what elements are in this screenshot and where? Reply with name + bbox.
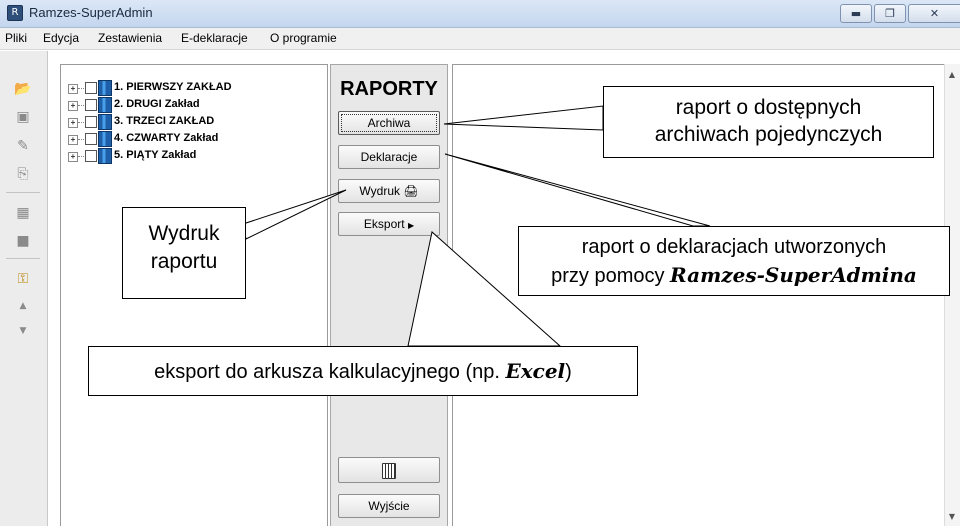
callout-deklaracje-line2-prefix: przy pomocy — [551, 265, 671, 287]
callout-archiwa: raport o dostępnych archiwach pojedynczy… — [603, 86, 934, 158]
callout-deklaracje-line2: przy pomocy Ramzes-SuperAdmina — [519, 261, 949, 290]
callout-eksport: eksport do arkusza kalkulacyjnego (np. E… — [88, 346, 638, 396]
callout-wydruk-line1: Wydruk — [148, 222, 220, 245]
callout-wydruk: Wydruk raportu — [122, 207, 246, 299]
callout-eksport-emph: Excel — [505, 359, 566, 383]
callout-archiwa-line2: archiwach pojedynczych — [654, 123, 883, 146]
callout-deklaracje-app-name: Ramzes-SuperAdmina — [670, 263, 917, 287]
callout-deklaracje: raport o deklaracjach utworzonych przy p… — [518, 226, 950, 296]
callout-deklaracje-line1: raport o deklaracjach utworzonych — [581, 236, 887, 258]
callout-archiwa-line1: raport o dostępnych — [675, 96, 862, 119]
callout-eksport-suffix: ) — [565, 361, 572, 383]
callout-eksport-prefix: eksport do arkusza kalkulacyjnego (np. — [154, 361, 506, 383]
callout-wydruk-line2: raportu — [150, 250, 218, 273]
